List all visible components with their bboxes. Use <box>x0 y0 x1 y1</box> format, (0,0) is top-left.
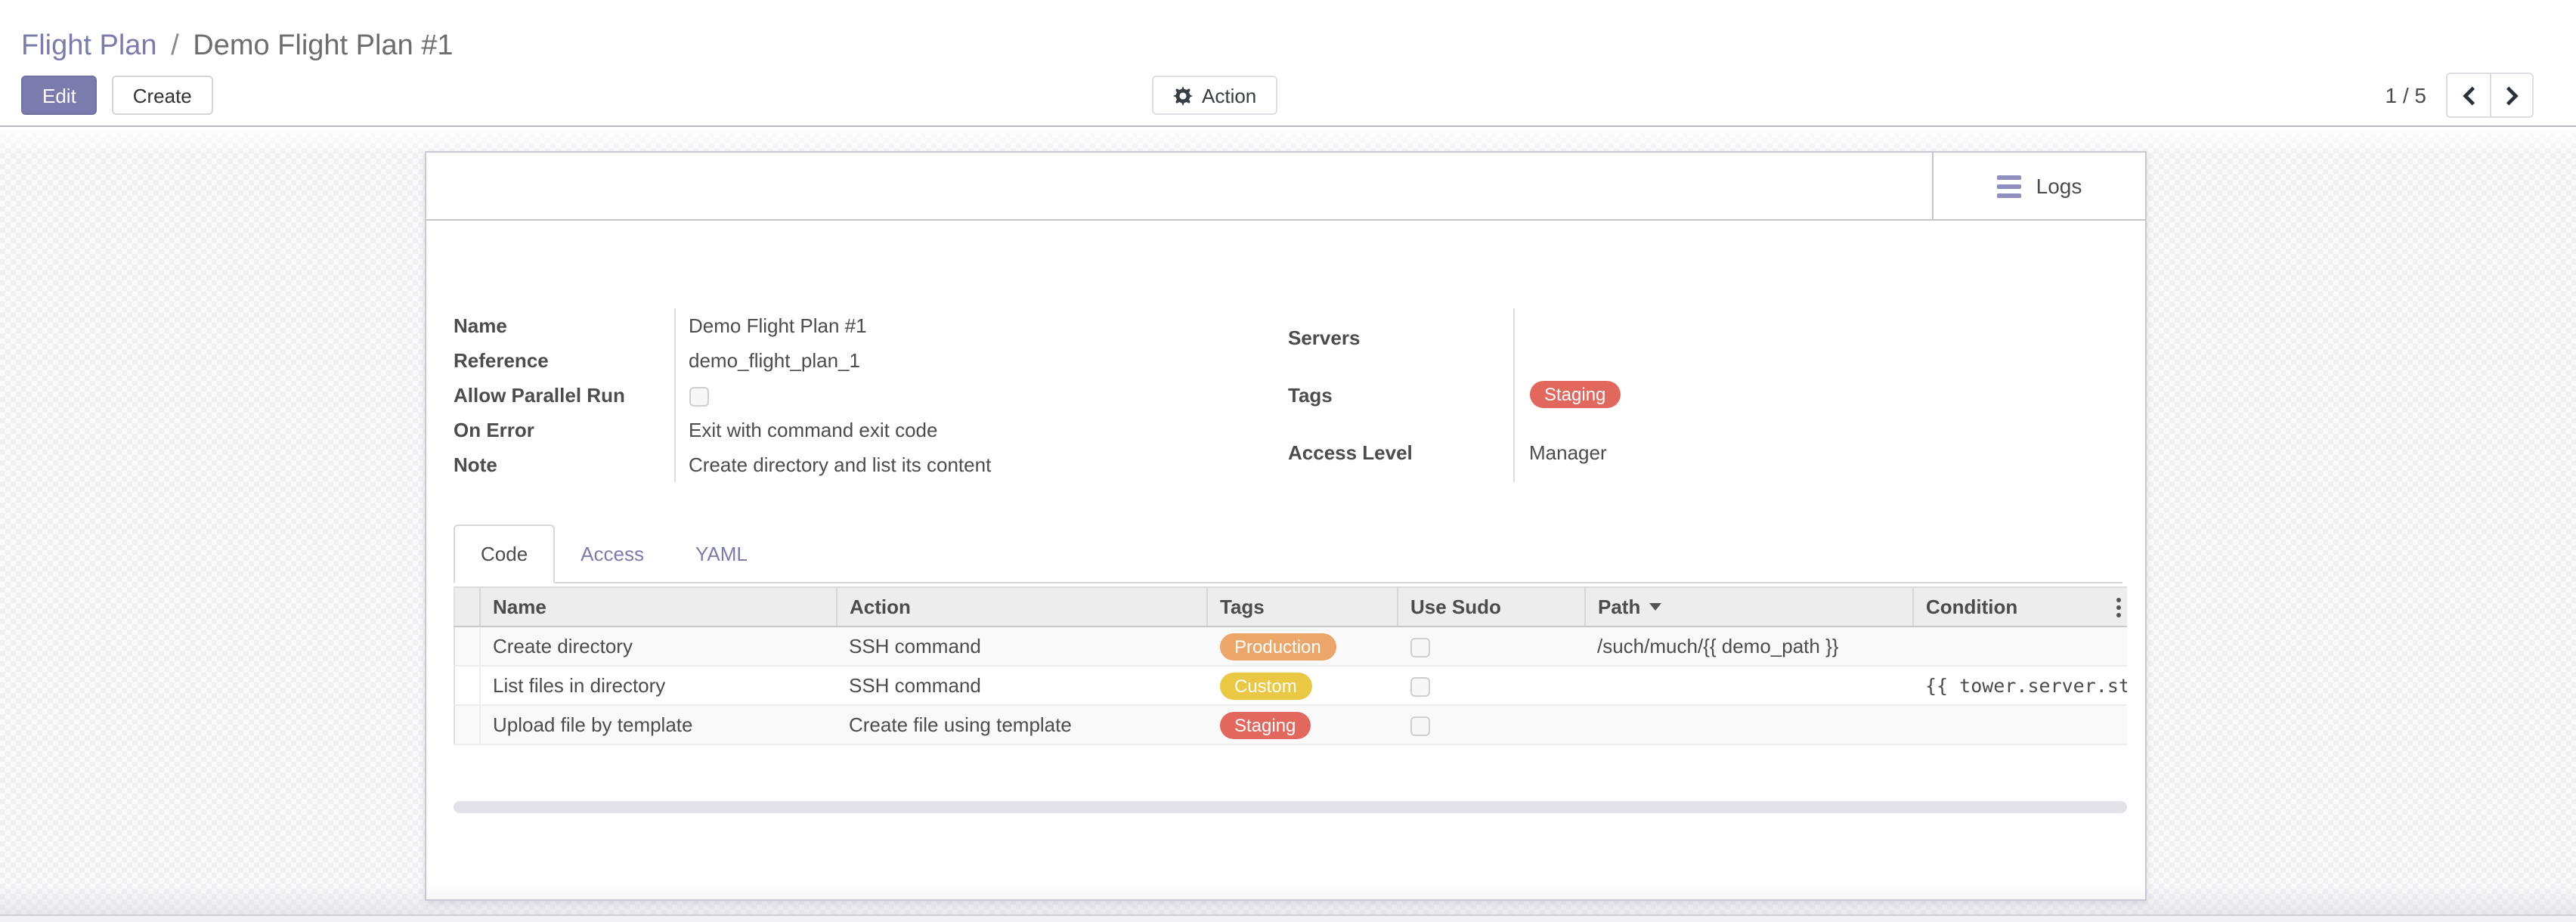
column-header-action[interactable]: Action <box>837 587 1207 627</box>
chevron-right-icon <box>2505 85 2519 105</box>
field-label-name: Name <box>454 308 674 343</box>
form-view-background: Logs Name Demo Flight Plan #1 Reference … <box>0 127 2576 922</box>
form-header: Logs <box>426 153 2145 221</box>
field-row-name: Name Demo Flight Plan #1 <box>454 308 1288 343</box>
column-header-use-sudo[interactable]: Use Sudo <box>1398 587 1585 627</box>
cell-action: Create file using template <box>837 705 1207 744</box>
table-header-row: Name Action Tags Use Sudo Path Condition <box>454 587 2127 627</box>
top-fade <box>0 127 2576 153</box>
tag-badge-production: Production <box>1219 633 1336 660</box>
field-value-access-level: Manager <box>1513 424 2122 482</box>
cell-condition: {{ tower.server.st <box>1913 666 2127 705</box>
field-value-on-error: Exit with command exit code <box>674 413 1288 447</box>
field-label-servers: Servers <box>1288 308 1513 367</box>
column-header-tags[interactable]: Tags <box>1207 587 1398 627</box>
use-sudo-checkbox[interactable] <box>1410 716 1429 736</box>
button-row: Edit Create Action 1 / 5 <box>21 76 2555 115</box>
cell-condition <box>1913 627 2127 666</box>
table-row[interactable]: List files in directory SSH command Cust… <box>454 666 2127 705</box>
action-button[interactable]: Action <box>1152 76 1277 115</box>
field-label-tags: Tags <box>1288 367 1513 425</box>
optional-columns-icon[interactable] <box>2116 597 2120 617</box>
logs-list-icon <box>1997 175 2021 197</box>
field-label-reference: Reference <box>454 343 674 378</box>
action-button-label: Action <box>1202 84 1256 107</box>
field-group-left: Name Demo Flight Plan #1 Reference demo_… <box>454 308 1288 482</box>
field-row-access-level: Access Level Manager <box>1288 424 2122 482</box>
sort-desc-icon <box>1649 603 1661 611</box>
cell-path <box>1585 705 1913 744</box>
field-row-note: Note Create directory and list its conte… <box>454 447 1288 482</box>
form-sheet: Logs Name Demo Flight Plan #1 Reference … <box>425 151 2147 901</box>
pager: 1 / 5 <box>2386 73 2534 118</box>
column-header-handle <box>454 587 480 627</box>
breadcrumb-current: Demo Flight Plan #1 <box>193 30 453 62</box>
use-sudo-checkbox[interactable] <box>1410 638 1429 657</box>
field-row-on-error: On Error Exit with command exit code <box>454 413 1288 447</box>
create-button[interactable]: Create <box>112 76 213 115</box>
field-row-tags: Tags Staging <box>1288 367 2122 425</box>
field-groups: Name Demo Flight Plan #1 Reference demo_… <box>454 308 2122 482</box>
tab-access[interactable]: Access <box>555 526 670 582</box>
bottom-bar <box>0 914 2576 922</box>
tag-badge-custom: Custom <box>1219 672 1312 699</box>
table-row[interactable]: Create directory SSH command Production … <box>454 627 2127 666</box>
field-group-right: Servers Tags Staging Access Level Manage… <box>1288 308 2122 482</box>
tag-badge-staging: Staging <box>1529 382 1621 409</box>
field-label-access-level: Access Level <box>1288 424 1513 482</box>
allow-parallel-run-checkbox[interactable] <box>689 387 708 407</box>
pager-counter: 1 / 5 <box>2386 83 2427 107</box>
breadcrumb-separator: / <box>165 30 185 62</box>
pager-next-button[interactable] <box>2490 74 2532 116</box>
table-row[interactable]: Upload file by template Create file usin… <box>454 705 2127 744</box>
cell-action: SSH command <box>837 627 1207 666</box>
cell-action: SSH command <box>837 666 1207 705</box>
breadcrumb: Flight Plan / Demo Flight Plan #1 <box>21 30 2555 62</box>
row-handle-cell <box>454 705 480 744</box>
logs-stat-button[interactable]: Logs <box>1932 153 2145 219</box>
field-label-allow-parallel-run: Allow Parallel Run <box>454 378 674 413</box>
field-label-on-error: On Error <box>454 413 674 447</box>
cell-name: Create directory <box>480 627 837 666</box>
field-value-name: Demo Flight Plan #1 <box>674 308 1288 343</box>
cell-name: List files in directory <box>480 666 837 705</box>
logs-button-label: Logs <box>2036 174 2082 198</box>
column-header-path[interactable]: Path <box>1585 587 1913 627</box>
edit-button[interactable]: Edit <box>21 76 98 115</box>
field-row-allow-parallel-run: Allow Parallel Run <box>454 378 1288 413</box>
pager-buttons <box>2446 73 2534 118</box>
pager-previous-button[interactable] <box>2448 74 2490 116</box>
column-header-name[interactable]: Name <box>480 587 837 627</box>
horizontal-scrollbar[interactable] <box>454 801 2127 813</box>
row-handle-cell <box>454 627 480 666</box>
cell-path: /such/much/{{ demo_path }} <box>1585 627 1913 666</box>
field-row-servers: Servers <box>1288 308 2122 367</box>
cell-condition <box>1913 705 2127 744</box>
tab-yaml[interactable]: YAML <box>670 526 773 582</box>
notebook-tabs: Code Access YAML <box>454 521 2122 583</box>
use-sudo-checkbox[interactable] <box>1410 677 1429 697</box>
tag-badge-staging: Staging <box>1219 711 1311 738</box>
field-value-note: Create directory and list its content <box>674 447 1288 482</box>
cell-path <box>1585 666 1913 705</box>
field-value-servers <box>1513 308 2122 367</box>
cell-name: Upload file by template <box>480 705 837 744</box>
field-row-reference: Reference demo_flight_plan_1 <box>454 343 1288 378</box>
control-panel: Flight Plan / Demo Flight Plan #1 Edit C… <box>0 0 2576 127</box>
field-value-reference: demo_flight_plan_1 <box>674 343 1288 378</box>
command-list: Name Action Tags Use Sudo Path Condition… <box>454 586 2127 745</box>
breadcrumb-parent-link[interactable]: Flight Plan <box>21 30 157 62</box>
gear-icon <box>1173 85 1193 105</box>
field-label-note: Note <box>454 447 674 482</box>
column-header-condition[interactable]: Condition <box>1913 587 2127 627</box>
chevron-left-icon <box>2462 85 2475 105</box>
tab-code[interactable]: Code <box>454 524 555 583</box>
row-handle-cell <box>454 666 480 705</box>
